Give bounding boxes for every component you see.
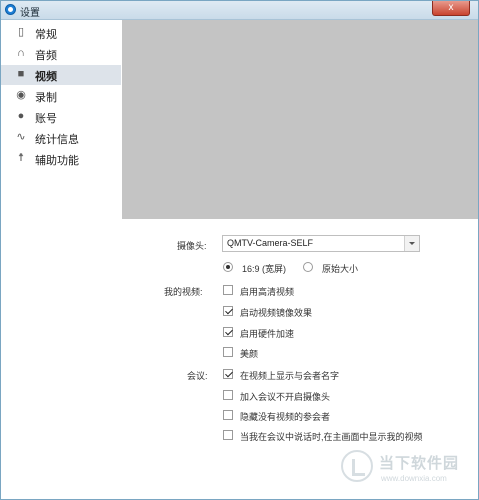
watermark: 当下软件园 www.downxia.com: [341, 450, 471, 490]
camera-select[interactable]: QMTV-Camera-SELF: [222, 235, 420, 252]
hd-video-label: 启用高清视频: [240, 287, 295, 297]
pulse-icon: ∿: [16, 131, 26, 143]
sidebar-item-label: 账号: [35, 113, 57, 125]
mirror-label: 启动视频镜像效果: [240, 308, 313, 318]
sidebar-item-video[interactable]: ■ 视频: [1, 65, 121, 85]
video-preview: [122, 20, 478, 219]
sidebar-item-label: 常规: [35, 29, 57, 41]
settings-window: 设置 x ▯ 常规 ∩ 音频 ■ 视频 ◉ 录制 ● 账号 ∿ 统计信息 ☨ 辅: [0, 0, 479, 500]
sidebar-item-label: 音频: [35, 50, 57, 62]
sidebar-item-label: 辅助功能: [35, 155, 79, 167]
record-icon: ◉: [16, 89, 26, 101]
show-my-video-speaking-checkbox[interactable]: [223, 430, 233, 440]
ratio-16-9-label: 16:9 (宽屏): [242, 264, 287, 274]
watermark-text: 当下软件园: [379, 455, 460, 472]
sidebar-item-general[interactable]: ▯ 常规: [1, 23, 121, 43]
watermark-url: www.downxia.com: [381, 474, 447, 483]
sidebar-item-audio[interactable]: ∩ 音频: [1, 44, 121, 64]
settings-sidebar: ▯ 常规 ∩ 音频 ■ 视频 ◉ 录制 ● 账号 ∿ 统计信息 ☨ 辅助功能: [1, 20, 123, 499]
phone-icon: ▯: [17, 26, 25, 38]
sidebar-item-statistics[interactable]: ∿ 统计信息: [1, 128, 121, 148]
app-logo-icon: [5, 4, 16, 15]
window-title: 设置: [20, 8, 40, 19]
camera-select-value: QMTV-Camera-SELF: [227, 238, 314, 248]
sidebar-item-accessibility[interactable]: ☨ 辅助功能: [1, 149, 121, 169]
show-names-checkbox[interactable]: [223, 369, 233, 379]
meeting-label: 会议:: [187, 371, 208, 381]
ratio-original-label: 原始大小: [322, 264, 359, 274]
ratio-original-radio[interactable]: [303, 262, 313, 272]
show-names-label: 在视频上显示与会者名字: [240, 371, 340, 381]
chevron-down-icon[interactable]: [404, 236, 419, 251]
mirror-checkbox[interactable]: [223, 306, 233, 316]
hide-no-video-checkbox[interactable]: [223, 410, 233, 420]
sidebar-item-label: 录制: [35, 92, 57, 104]
beauty-label: 美颜: [240, 349, 259, 359]
beauty-checkbox[interactable]: [223, 347, 233, 357]
my-video-label: 我的视频:: [164, 287, 203, 297]
hardware-accel-label: 启用硬件加速: [240, 329, 295, 339]
video-camera-icon: ■: [17, 68, 25, 80]
camera-label: 摄像头:: [177, 241, 207, 251]
headphones-icon: ∩: [17, 47, 25, 59]
no-camera-on-join-label: 加入会议不开启摄像头: [240, 392, 331, 402]
show-my-video-speaking-label: 当我在会议中说话时,在主画面中显示我的视频: [240, 432, 423, 442]
sidebar-item-record[interactable]: ◉ 录制: [1, 86, 121, 106]
user-icon: ●: [17, 110, 25, 122]
hardware-accel-checkbox[interactable]: [223, 327, 233, 337]
sidebar-item-label: 视频: [35, 71, 57, 83]
hd-video-checkbox[interactable]: [223, 285, 233, 295]
sidebar-item-label: 统计信息: [35, 134, 79, 146]
video-settings-panel: 摄像头: QMTV-Camera-SELF 16:9 (宽屏) 原始大小 我的视…: [122, 20, 478, 499]
accessibility-icon: ☨: [18, 152, 24, 164]
watermark-logo-icon: [341, 450, 373, 482]
title-bar[interactable]: 设置 x: [1, 1, 478, 20]
no-camera-on-join-checkbox[interactable]: [223, 390, 233, 400]
hide-no-video-label: 隐藏没有视频的参会者: [240, 412, 331, 422]
sidebar-item-account[interactable]: ● 账号: [1, 107, 121, 127]
close-button[interactable]: x: [432, 1, 470, 16]
ratio-16-9-radio[interactable]: [223, 262, 233, 272]
